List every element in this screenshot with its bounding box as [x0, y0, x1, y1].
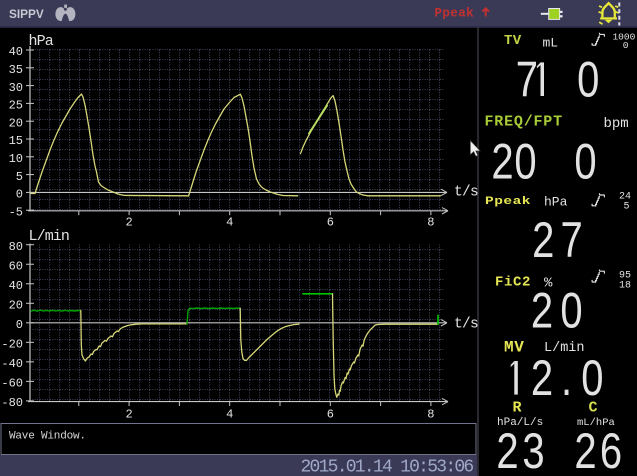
- svg-text:2: 2: [125, 408, 132, 422]
- svg-text:FiC2: FiC2: [495, 275, 531, 291]
- svg-text:4: 4: [226, 408, 233, 422]
- svg-text:2: 2: [532, 212, 554, 268]
- svg-text:10: 10: [9, 152, 23, 166]
- svg-text:hPa: hPa: [29, 33, 54, 50]
- svg-text:C: C: [589, 399, 598, 416]
- svg-text:5: 5: [16, 170, 23, 184]
- svg-text:Ppeak: Ppeak: [435, 6, 475, 20]
- svg-text:0: 0: [560, 282, 582, 338]
- svg-text:2: 2: [574, 423, 596, 476]
- svg-text:7: 7: [560, 212, 582, 268]
- svg-text:2: 2: [491, 133, 513, 189]
- svg-text:bpm: bpm: [604, 116, 629, 132]
- svg-text:MV: MV: [504, 338, 524, 356]
- svg-text:4: 4: [226, 215, 233, 229]
- svg-text:-80: -80: [1, 396, 23, 410]
- svg-text:8: 8: [427, 408, 434, 422]
- svg-text:Ppeak: Ppeak: [485, 194, 531, 207]
- svg-text:2: 2: [496, 423, 518, 476]
- svg-text:30: 30: [9, 81, 23, 95]
- svg-text:6: 6: [327, 408, 334, 422]
- svg-text:Wave Window.: Wave Window.: [9, 431, 86, 443]
- svg-text:mL: mL: [543, 36, 559, 51]
- svg-text:18: 18: [619, 281, 631, 292]
- svg-text:TV: TV: [504, 33, 522, 49]
- svg-text:2015.01.14 10:53:06: 2015.01.14 10:53:06: [301, 457, 474, 476]
- svg-text:40: 40: [9, 45, 23, 59]
- svg-text:-60: -60: [1, 377, 23, 391]
- svg-text:FREQ/FPT: FREQ/FPT: [485, 114, 563, 131]
- svg-text:6: 6: [327, 215, 334, 229]
- svg-text:-5: -5: [9, 205, 23, 219]
- svg-text:hPa: hPa: [544, 195, 568, 210]
- svg-text:5: 5: [623, 202, 629, 213]
- svg-text:7: 7: [516, 51, 538, 107]
- svg-text:0: 0: [581, 350, 603, 406]
- svg-text:0: 0: [16, 318, 23, 332]
- svg-text:6: 6: [600, 423, 622, 476]
- svg-text:.: .: [561, 350, 572, 406]
- svg-text:0: 0: [514, 133, 536, 189]
- svg-text:35: 35: [9, 63, 23, 77]
- svg-text:0: 0: [16, 188, 23, 202]
- svg-text:3: 3: [522, 423, 544, 476]
- svg-text:2: 2: [531, 282, 553, 338]
- svg-text:15: 15: [9, 134, 23, 148]
- svg-text:L/min: L/min: [29, 228, 70, 245]
- svg-text:60: 60: [9, 259, 23, 273]
- svg-text:t/s: t/s: [454, 317, 478, 333]
- svg-text:t/s: t/s: [454, 185, 478, 201]
- svg-text:-40: -40: [1, 357, 23, 371]
- svg-text:R: R: [513, 399, 522, 416]
- svg-text:2: 2: [125, 215, 132, 229]
- svg-text:80: 80: [9, 240, 23, 254]
- svg-text:0: 0: [577, 51, 599, 107]
- svg-text:8: 8: [427, 215, 434, 229]
- svg-text:0: 0: [623, 40, 629, 51]
- svg-text:20: 20: [9, 116, 23, 130]
- svg-text:0: 0: [574, 133, 596, 189]
- svg-text:-20: -20: [1, 338, 23, 352]
- svg-text:20: 20: [9, 298, 23, 312]
- svg-text:SIPPV: SIPPV: [9, 7, 44, 21]
- svg-text:2: 2: [531, 350, 553, 406]
- svg-text:25: 25: [9, 99, 23, 113]
- svg-text:40: 40: [9, 279, 23, 293]
